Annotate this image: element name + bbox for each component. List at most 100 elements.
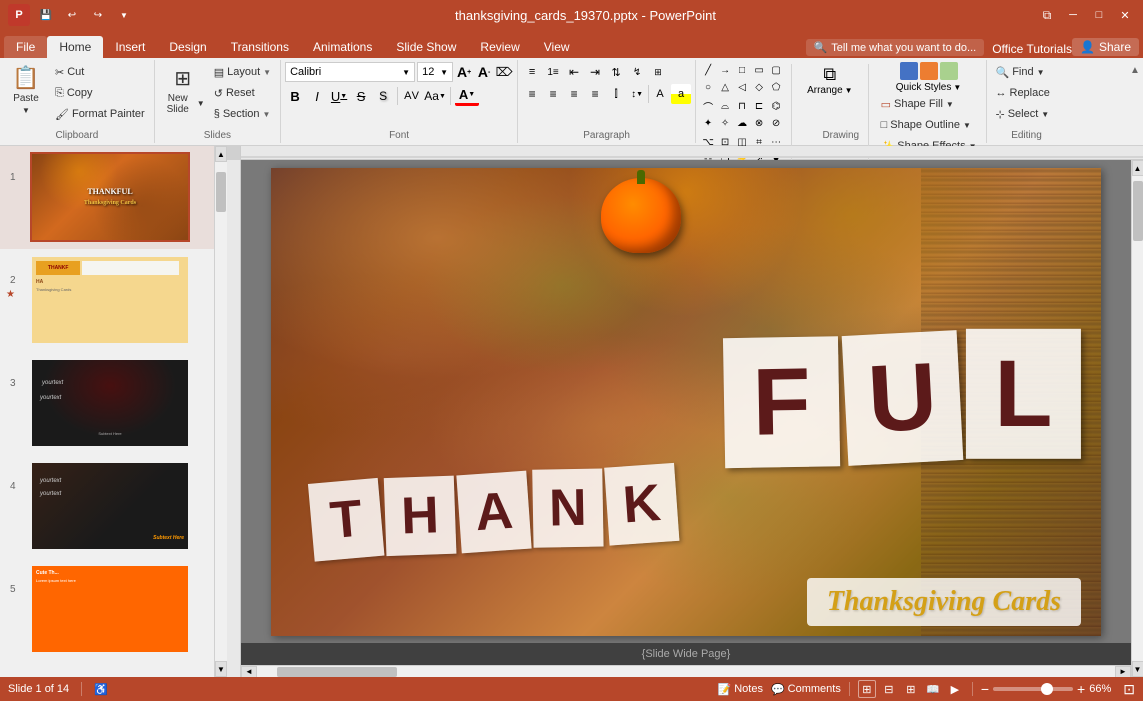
fit-btn[interactable]: ⊡ (1123, 681, 1135, 698)
clear-format-btn[interactable]: ⌦ (495, 63, 513, 81)
format-painter-button[interactable]: 🖌 Format Painter (50, 104, 150, 124)
view-sorter-btn[interactable]: ⊞ (902, 680, 920, 698)
ribbon-search[interactable]: 🔍 Tell me what you want to do... (806, 39, 985, 56)
align-center-btn[interactable]: ≡ (543, 84, 563, 104)
slide-thumb-5[interactable]: 5 Cute Th... Lorem ipsum text here (0, 558, 214, 661)
highlight-btn[interactable]: a (671, 84, 691, 104)
arrange-button[interactable]: ⧉ Arrange ▼ (799, 62, 861, 98)
shape-fill-button[interactable]: ▭ Shape Fill ▼ (876, 94, 982, 114)
decrease-font-btn[interactable]: A- (475, 63, 493, 81)
increase-font-btn[interactable]: A+ (455, 63, 473, 81)
font-color-btn[interactable]: A▼ (455, 86, 479, 106)
indent-more-btn[interactable]: ⇥ (585, 62, 605, 82)
shape-16[interactable]: ✦ (700, 115, 716, 131)
zoom-in-btn[interactable]: + (1077, 681, 1085, 697)
shape-15[interactable]: ⌬ (768, 98, 784, 114)
align-right-btn[interactable]: ≡ (564, 84, 584, 104)
slides-scroll-down[interactable]: ▼ (215, 661, 227, 677)
canvas-scroll-up[interactable]: ▲ (1132, 160, 1143, 176)
shape-20[interactable]: ⊘ (768, 115, 784, 131)
numbering-btn[interactable]: 1≡ (543, 62, 563, 82)
rect2-shape[interactable]: ▭ (751, 62, 767, 78)
canvas-v-scrollbar[interactable]: ▲ ▼ (1131, 160, 1143, 677)
smartart-btn[interactable]: ⊞ (648, 62, 668, 82)
cut-button[interactable]: ✂ Cut (50, 62, 150, 82)
notes-btn[interactable]: 📝 Notes (718, 683, 763, 696)
diamond-shape[interactable]: ◇ (751, 79, 767, 95)
zoom-out-btn[interactable]: − (981, 681, 989, 697)
bold-btn[interactable]: B (285, 86, 305, 106)
customize-qat-btn[interactable]: ▼ (114, 6, 134, 24)
strikethrough-btn[interactable]: S (351, 86, 371, 106)
undo-qat-btn[interactable]: ↩ (62, 6, 82, 24)
shape-14[interactable]: ⊏ (751, 98, 767, 114)
qs-item-2[interactable] (920, 62, 938, 80)
shape-17[interactable]: ✧ (717, 115, 733, 131)
text-shadow-btn[interactable]: A (650, 84, 670, 104)
layout-button[interactable]: ▤ Layout ▼ (209, 62, 276, 82)
accessibility-btn[interactable]: ♿ (94, 683, 108, 696)
tab-home[interactable]: Home (47, 36, 103, 58)
office-tutorials-link[interactable]: Office Tutorials (992, 42, 1072, 56)
redo-qat-btn[interactable]: ↪ (88, 6, 108, 24)
view-reading-btn[interactable]: 📖 (924, 680, 942, 698)
slides-scrollbar[interactable]: ▲ ▼ (215, 146, 227, 677)
section-button[interactable]: § Section ▼ (209, 104, 276, 124)
slides-scroll-thumb[interactable] (216, 172, 226, 212)
bullets-btn[interactable]: ≡ (522, 62, 542, 82)
zoom-thumb[interactable] (1041, 683, 1053, 695)
collapse-ribbon-btn[interactable]: ▲ (1127, 62, 1143, 78)
slide-thumb-1[interactable]: 1 THANKFUL Thanksgiving Cards (0, 146, 214, 249)
line-spacing-btn[interactable]: ↕▼ (627, 84, 647, 104)
tab-insert[interactable]: Insert (103, 36, 157, 58)
canvas-scroll-down[interactable]: ▼ (1132, 661, 1143, 677)
h-scroll-thumb[interactable] (277, 667, 397, 677)
h-scroll-right[interactable]: ► (1115, 666, 1131, 678)
replace-button[interactable]: ↔ Replace (991, 83, 1055, 103)
save-qat-btn[interactable]: 💾 (36, 6, 56, 24)
qs-item-1[interactable] (900, 62, 918, 80)
oval-shape[interactable]: ○ (700, 79, 716, 95)
shape-19[interactable]: ⊗ (751, 115, 767, 131)
tab-slideshow[interactable]: Slide Show (384, 36, 468, 58)
close-btn[interactable]: ✕ (1115, 6, 1135, 24)
shadow-btn[interactable]: S (373, 86, 393, 106)
paste-button[interactable]: 📋 Paste ▼ (4, 62, 48, 118)
align-left-btn[interactable]: ≡ (522, 84, 542, 104)
rrect-shape[interactable]: ▢ (768, 62, 784, 78)
column-btn[interactable]: ⫿ (606, 84, 626, 104)
new-slide-button[interactable]: ⊞ New Slide ▼ (159, 62, 207, 118)
italic-btn[interactable]: I (307, 86, 327, 106)
convert-btn[interactable]: ↯ (627, 62, 647, 82)
slide-thumb-4[interactable]: 4 yourtext yourtext Subtext Here (0, 455, 214, 558)
change-case-btn[interactable]: Aa▼ (424, 86, 446, 106)
pentagon-shape[interactable]: ⬠ (768, 79, 784, 95)
tab-animations[interactable]: Animations (301, 36, 384, 58)
comments-btn[interactable]: 💬 Comments (771, 683, 841, 696)
view-outline-btn[interactable]: ⊟ (880, 680, 898, 698)
select-button[interactable]: ⊹ Select ▼ (991, 104, 1055, 124)
char-spacing-btn[interactable]: AV (402, 86, 422, 106)
line-shape[interactable]: ╱ (700, 62, 716, 78)
minimize-btn[interactable]: ─ (1063, 6, 1083, 24)
text-dir-btn[interactable]: ⇅ (606, 62, 626, 82)
rect-shape[interactable]: □ (734, 62, 750, 78)
justify-btn[interactable]: ≡ (585, 84, 605, 104)
restore-btn[interactable]: ⧉ (1037, 6, 1057, 24)
view-slideshow-btn[interactable]: ▶ (946, 680, 964, 698)
font-size-input[interactable]: 12 ▼ (417, 62, 453, 82)
copy-button[interactable]: ⎘ Copy (50, 83, 150, 103)
tab-view[interactable]: View (532, 36, 582, 58)
view-normal-btn[interactable]: ⊞ (858, 680, 876, 698)
canvas-h-scrollbar[interactable]: ◄ ► (241, 665, 1131, 677)
canvas-scroll-thumb[interactable] (1133, 181, 1143, 241)
zoom-level[interactable]: 66% (1089, 683, 1111, 695)
shape-12[interactable]: ⌓ (717, 98, 733, 114)
arrow-shape[interactable]: → (717, 62, 733, 78)
canvas-area[interactable]: T H A N K F U L (241, 160, 1131, 677)
underline-btn[interactable]: U▼ (329, 86, 349, 106)
tab-file[interactable]: File (4, 36, 47, 58)
font-name-input[interactable]: Calibri ▼ (285, 62, 415, 82)
qs-item-3[interactable] (940, 62, 958, 80)
shape-11[interactable]: ⌒ (700, 98, 716, 114)
